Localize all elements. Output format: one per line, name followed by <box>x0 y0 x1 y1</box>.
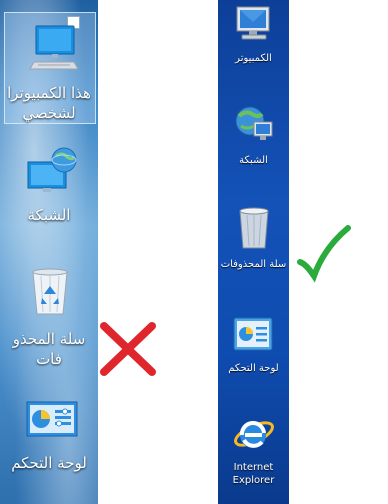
this-pc-label-line1: هذا الكمبيوترا <box>7 84 91 102</box>
this-pc-shortcut[interactable] <box>28 22 80 78</box>
internet-explorer-icon <box>234 420 274 448</box>
computer-icon <box>236 6 270 40</box>
red-x-icon <box>98 320 158 382</box>
control-panel-label: لوحة التحكم <box>11 454 87 472</box>
recycle-bin-shortcut-win7[interactable] <box>237 206 271 254</box>
control-panel-icon <box>233 317 273 351</box>
network-label: الشبكة <box>27 206 71 224</box>
recycle-bin-label-win7: سلة المحذوفات <box>220 259 287 270</box>
control-panel-shortcut-win7[interactable] <box>232 316 274 360</box>
network-icon <box>235 106 273 140</box>
this-pc-label-line2: لشخصي <box>22 104 76 122</box>
desktop-win10: هذا الكمبيوترا لشخصي الشبكة سلة المحذو ف… <box>0 0 98 504</box>
computer-shortcut[interactable] <box>233 4 275 48</box>
computer-label: الكمبيوتر <box>235 53 272 64</box>
internet-explorer-shortcut[interactable] <box>232 412 276 460</box>
network-shortcut-win7[interactable] <box>232 104 276 148</box>
recycle-bin-label-line1: سلة المحذو <box>12 330 86 348</box>
network-label-win7: الشبكة <box>239 155 268 166</box>
recycle-bin-icon <box>32 268 68 315</box>
desktop-win7: الكمبيوتر الشبكة سلة المحذوفات لوحة التح… <box>218 0 289 504</box>
control-panel-shortcut[interactable] <box>25 400 79 444</box>
network-shortcut[interactable] <box>26 146 80 202</box>
network-icon <box>27 147 77 192</box>
recycle-bin-icon <box>239 207 269 249</box>
recycle-bin-shortcut[interactable] <box>27 266 73 320</box>
control-panel-label-win7: لوحة التحكم <box>228 363 279 374</box>
recycle-bin-label-line2: فات <box>36 350 62 368</box>
monitor-icon <box>29 25 79 70</box>
green-check-icon <box>296 224 352 290</box>
control-panel-icon <box>26 401 78 437</box>
internet-explorer-label-line1: Internet <box>233 462 274 473</box>
internet-explorer-label-line2: Explorer <box>232 475 275 486</box>
